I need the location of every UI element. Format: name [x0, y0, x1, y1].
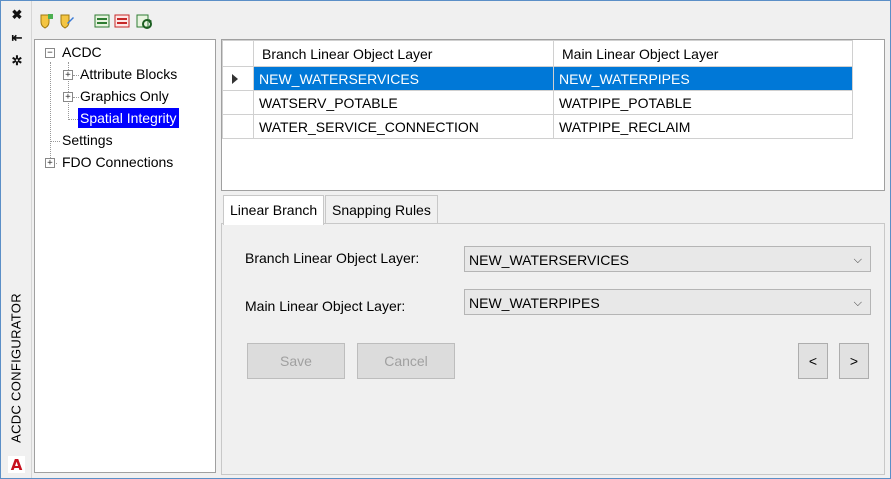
shield-add-icon[interactable] [38, 13, 54, 29]
row-header[interactable] [222, 90, 254, 115]
tree-node-graphics-only[interactable]: Graphics Only [78, 86, 171, 106]
tree-node-settings[interactable]: Settings [60, 130, 115, 150]
chevron-down-icon: ⌵ [853, 254, 862, 266]
tree-node-spatial-integrity[interactable]: Spatial Integrity [78, 108, 179, 128]
row-selector-icon[interactable] [222, 66, 254, 91]
toolbar [32, 7, 890, 35]
branch-layer-label: Branch Linear Object Layer: [245, 250, 420, 266]
grid-cell-main[interactable]: WATPIPE_RECLAIM [553, 114, 853, 139]
pin-icon[interactable]: ⇤ [9, 30, 25, 46]
save-button[interactable]: Save [247, 343, 345, 379]
previous-button[interactable]: < [798, 343, 828, 379]
table-row[interactable]: WATSERV_POTABLE WATPIPE_POTABLE [222, 90, 853, 115]
tab-snapping-rules[interactable]: Snapping Rules [325, 195, 438, 225]
layer-add-icon[interactable] [94, 13, 110, 29]
palette-title: ACDC CONFIGURATOR [8, 293, 24, 443]
grid-cell-branch[interactable]: WATSERV_POTABLE [253, 90, 554, 115]
grid-cell-main[interactable]: NEW_WATERPIPES [553, 66, 853, 91]
row-header-corner [222, 40, 254, 67]
grid-header-row: Branch Linear Object Layer Main Linear O… [222, 40, 853, 67]
grid-cell-branch[interactable]: NEW_WATERSERVICES [253, 66, 554, 91]
tree-node-fdo-connections[interactable]: FDO Connections [60, 152, 175, 172]
column-header-main[interactable]: Main Linear Object Layer [553, 40, 853, 67]
column-header-branch[interactable]: Branch Linear Object Layer [253, 40, 554, 67]
side-strip: ✖ ⇤ ✲ ACDC CONFIGURATOR A [1, 1, 32, 478]
tab-linear-branch[interactable]: Linear Branch [223, 195, 325, 225]
config-tree: − ACDC + Attribute Blocks + Graphics Onl… [34, 39, 216, 473]
autocad-logo-icon: A [8, 456, 25, 474]
shield-edit-icon[interactable] [58, 13, 74, 29]
tab-container: Linear Branch Snapping Rules Branch Line… [221, 195, 885, 475]
rules-grid: Branch Linear Object Layer Main Linear O… [222, 40, 853, 139]
rules-grid-panel: Branch Linear Object Layer Main Linear O… [221, 39, 885, 191]
tree-node-attribute-blocks[interactable]: Attribute Blocks [78, 64, 179, 84]
table-row[interactable]: NEW_WATERSERVICES NEW_WATERPIPES [222, 66, 853, 91]
expand-icon[interactable]: + [45, 158, 55, 168]
settings-icon[interactable]: ✲ [9, 53, 25, 69]
close-icon[interactable]: ✖ [9, 7, 25, 23]
tree-node-acdc[interactable]: ACDC [60, 42, 104, 62]
collapse-icon[interactable]: − [45, 48, 55, 58]
branch-layer-select[interactable]: NEW_WATERSERVICES ⌵ [464, 246, 871, 272]
layer-refresh-icon[interactable] [136, 13, 152, 29]
next-button[interactable]: > [839, 343, 869, 379]
expand-icon[interactable]: + [63, 70, 73, 80]
tab-panel-linear-branch: Branch Linear Object Layer: NEW_WATERSER… [221, 223, 885, 475]
layer-remove-icon[interactable] [114, 13, 130, 29]
table-row[interactable]: WATER_SERVICE_CONNECTION WATPIPE_RECLAIM [222, 114, 853, 139]
main-layer-label: Main Linear Object Layer: [245, 298, 406, 314]
grid-cell-main[interactable]: WATPIPE_POTABLE [553, 90, 853, 115]
main-layer-select[interactable]: NEW_WATERPIPES ⌵ [464, 289, 871, 315]
configurator-window: ✖ ⇤ ✲ ACDC CONFIGURATOR A − ACDC + Attri… [0, 0, 891, 479]
chevron-down-icon: ⌵ [853, 297, 862, 309]
cancel-button[interactable]: Cancel [357, 343, 455, 379]
grid-cell-branch[interactable]: WATER_SERVICE_CONNECTION [253, 114, 554, 139]
expand-icon[interactable]: + [63, 92, 73, 102]
row-header[interactable] [222, 114, 254, 139]
